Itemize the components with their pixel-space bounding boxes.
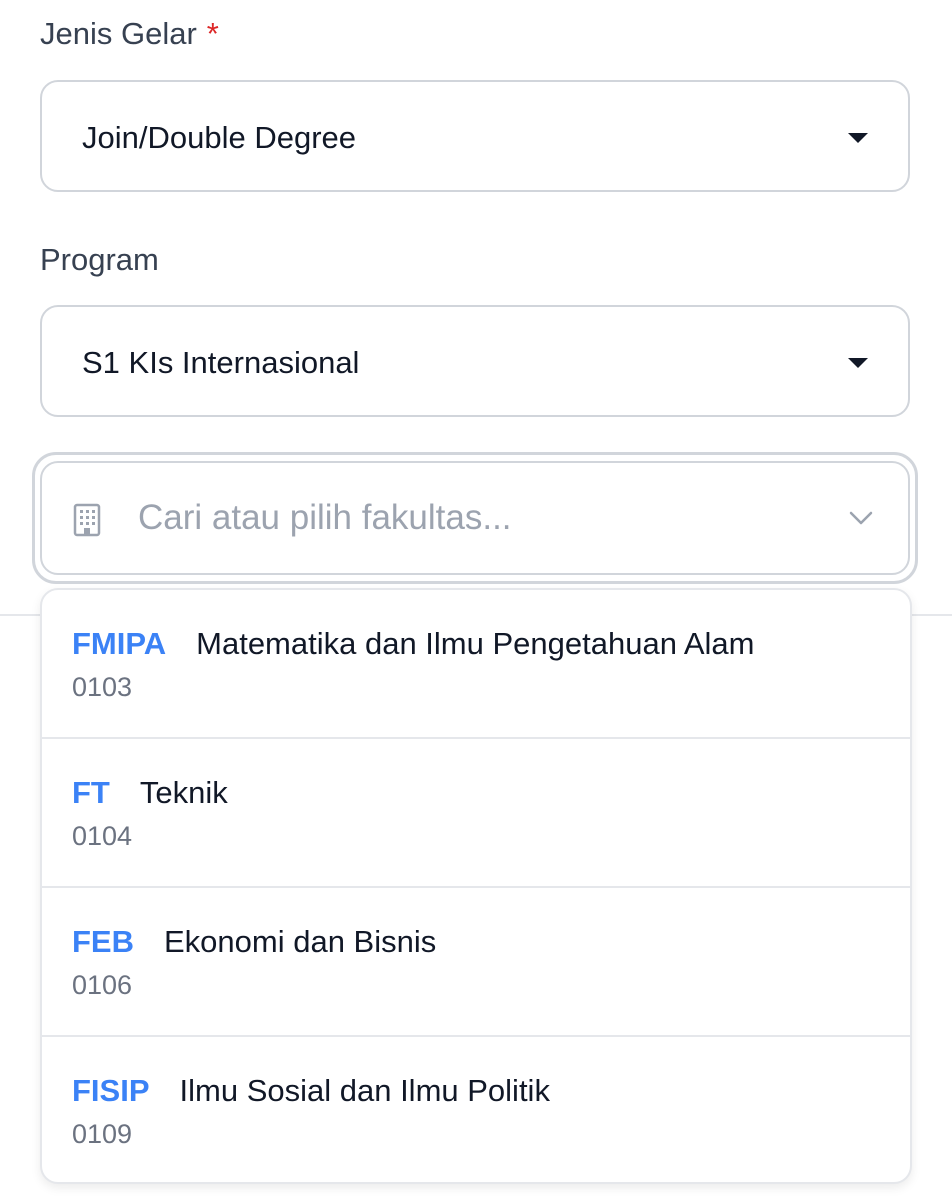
program-value: S1 KIs Internasional: [82, 345, 360, 380]
chevron-down-icon[interactable]: [848, 509, 874, 527]
faculty-name: Teknik: [139, 775, 228, 810]
faculty-name: Ekonomi dan Bisnis: [164, 924, 437, 959]
option-title: FT Teknik: [72, 777, 228, 808]
option-title: FISIP Ilmu Sosial dan Ilmu Politik: [72, 1075, 550, 1106]
degree-type-label: Jenis Gelar *: [40, 18, 219, 49]
faculty-code: FISIP: [72, 1073, 150, 1108]
faculty-combobox[interactable]: [40, 461, 910, 575]
option-title: FEB Ekonomi dan Bisnis: [72, 926, 436, 957]
faculty-id: 0109: [72, 1119, 133, 1149]
faculty-name: Matematika dan Ilmu Pengetahuan Alam: [196, 626, 755, 661]
faculty-option[interactable]: FEB Ekonomi dan Bisnis 0106: [42, 888, 910, 1037]
faculty-dropdown-list: FMIPA Matematika dan Ilmu Pengetahuan Ala…: [40, 588, 912, 1184]
degree-type-select[interactable]: Join/Double Degree: [40, 80, 910, 192]
faculty-code: FEB: [72, 924, 134, 959]
option-title: FMIPA Matematika dan Ilmu Pengetahuan Ala…: [72, 628, 754, 659]
faculty-code: FMIPA: [72, 626, 167, 661]
faculty-option[interactable]: FMIPA Matematika dan Ilmu Pengetahuan Ala…: [42, 590, 910, 739]
building-icon: [73, 503, 101, 537]
caret-down-icon: [848, 133, 868, 143]
faculty-id: 0106: [72, 970, 133, 1000]
faculty-id: 0103: [72, 672, 133, 702]
faculty-option[interactable]: FT Teknik 0104: [42, 739, 910, 888]
program-select[interactable]: S1 KIs Internasional: [40, 305, 910, 417]
program-label: Program: [40, 242, 159, 277]
faculty-search-input[interactable]: [138, 485, 818, 551]
degree-type-value: Join/Double Degree: [82, 120, 357, 155]
required-mark: *: [206, 16, 219, 51]
faculty-code: FT: [72, 775, 110, 810]
faculty-name: Ilmu Sosial dan Ilmu Politik: [179, 1073, 550, 1108]
faculty-option[interactable]: FISIP Ilmu Sosial dan Ilmu Politik 0109: [42, 1037, 910, 1182]
degree-type-label-text: Jenis Gelar: [40, 16, 197, 51]
caret-down-icon: [848, 358, 868, 368]
faculty-id: 0104: [72, 821, 133, 851]
